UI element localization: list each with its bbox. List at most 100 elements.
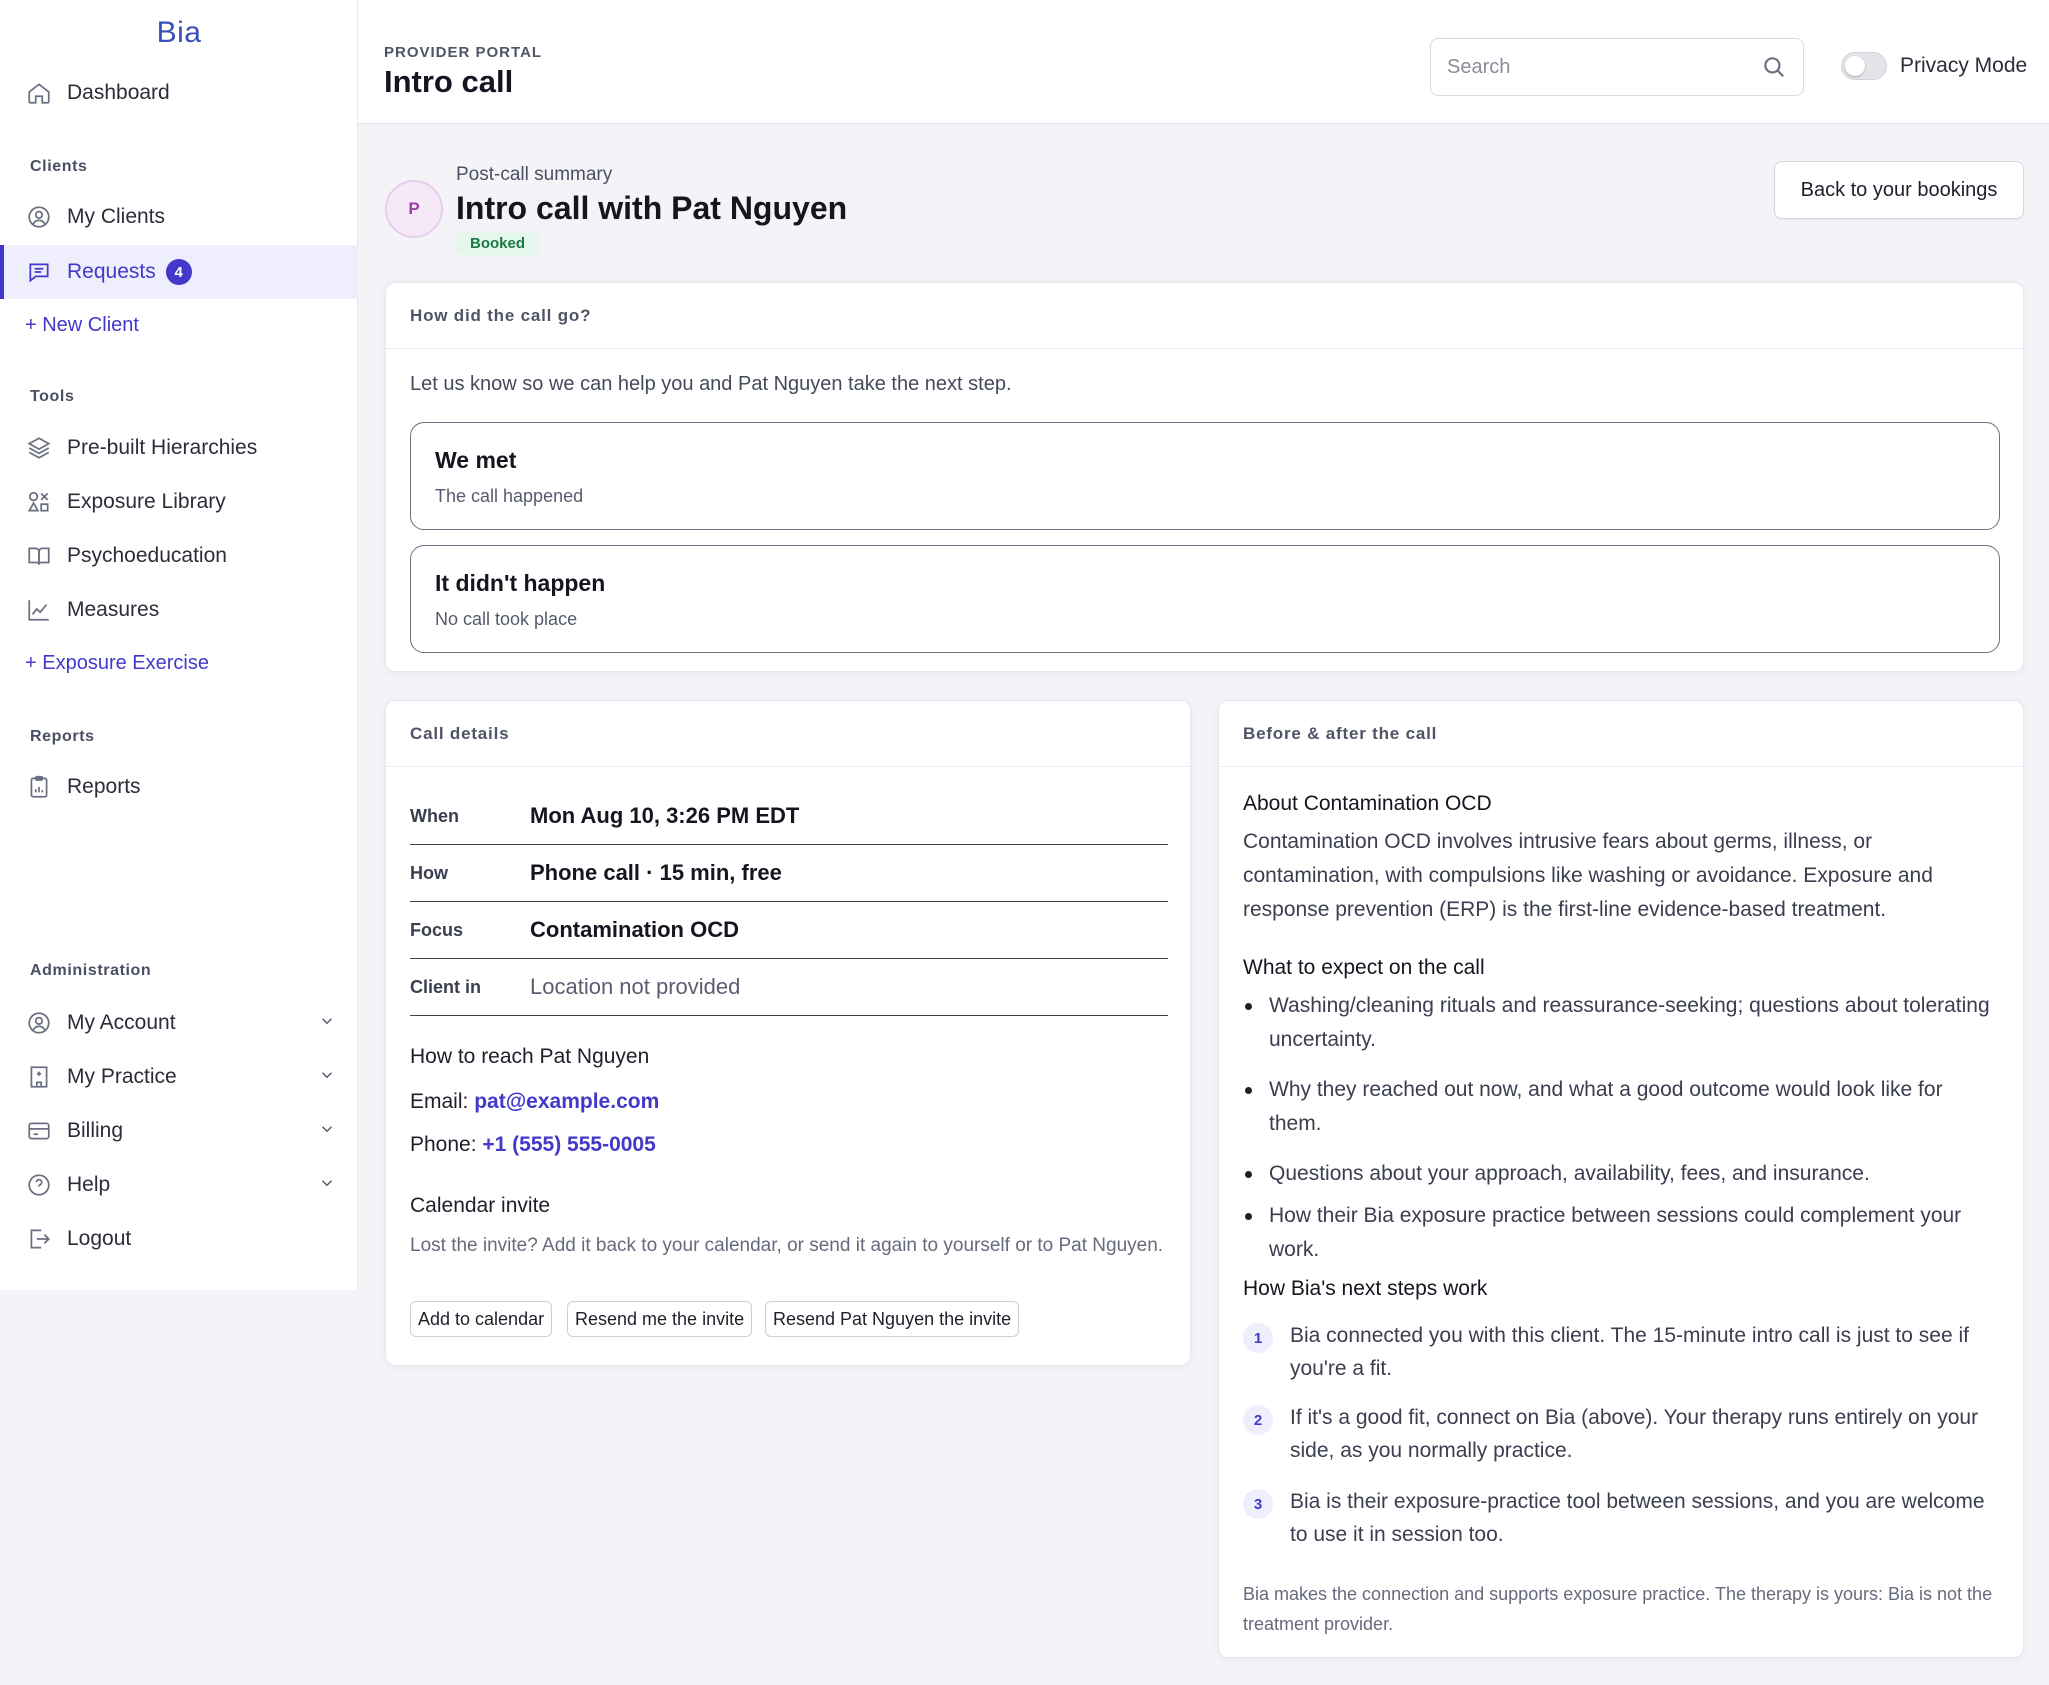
reach-heading: How to reach Pat Nguyen xyxy=(410,1045,650,1068)
book-open-icon xyxy=(25,542,53,570)
call-outcome-card: How did the call go? Let us know so we c… xyxy=(385,282,2024,672)
add-to-calendar-button[interactable]: Add to calendar xyxy=(410,1301,553,1337)
new-exposure-exercise-link[interactable]: + Exposure Exercise xyxy=(25,652,209,675)
back-to-bookings-button[interactable]: Back to your bookings xyxy=(1774,161,2024,219)
before-after-card: Before & after the call About Contaminat… xyxy=(1218,700,2024,1658)
user-circle-icon xyxy=(25,1009,53,1037)
detail-row-focus: Focus Contamination OCD xyxy=(410,902,1168,959)
option-we-met[interactable]: We met The call happened xyxy=(410,422,2000,530)
requests-count-badge: 4 xyxy=(165,259,192,285)
step-number: 2 xyxy=(1243,1405,1273,1435)
sidebar-item-help[interactable]: Help xyxy=(0,1158,358,1212)
search-box[interactable] xyxy=(1430,38,1804,96)
footnote: Bia makes the connection and supports ex… xyxy=(1243,1584,1993,1634)
sidebar-item-label: Exposure Library xyxy=(67,490,226,513)
resend-me-invite-button[interactable]: Resend me the invite xyxy=(567,1301,753,1337)
sidebar-item-label: My Practice xyxy=(67,1065,177,1088)
step-item: 1 Bia connected you with this client. Th… xyxy=(1243,1319,2003,1385)
sidebar-item-exposure-library[interactable]: Exposure Library xyxy=(0,475,358,529)
building-icon xyxy=(25,1063,53,1091)
option-subtitle: No call took place xyxy=(435,609,578,629)
privacy-mode-toggle[interactable] xyxy=(1841,52,1887,80)
option-didnt-happen[interactable]: It didn't happen No call took place xyxy=(410,545,2000,653)
sidebar-item-my-clients[interactable]: My Clients xyxy=(0,190,358,244)
chevron-down-icon[interactable] xyxy=(318,1174,336,1198)
sidebar-item-label: My Account xyxy=(67,1011,176,1034)
section-label-reports: Reports xyxy=(30,728,95,745)
home-icon xyxy=(25,79,53,107)
email-label: Email: xyxy=(410,1090,469,1113)
logout-icon xyxy=(25,1225,53,1253)
step-text: Bia is their exposure-practice tool betw… xyxy=(1290,1490,1985,1546)
sidebar: Bia Dashboard Clients My Clients Request… xyxy=(0,0,358,1290)
card-heading: Before & after the call xyxy=(1219,701,2023,767)
chevron-down-icon[interactable] xyxy=(318,1120,336,1144)
portal-label: PROVIDER PORTAL xyxy=(384,44,543,61)
expect-item: How their Bia exposure practice between … xyxy=(1245,1199,1999,1267)
sidebar-item-psychoeducation[interactable]: Psychoeducation xyxy=(0,529,358,583)
detail-value: Mon Aug 10, 3:26 PM EDT xyxy=(530,803,800,828)
phone-link[interactable]: +1 (555) 555-0005 xyxy=(482,1133,655,1156)
chevron-down-icon[interactable] xyxy=(318,1012,336,1036)
avatar: P xyxy=(385,180,443,238)
page-title: Intro call xyxy=(384,64,514,99)
user-circle-icon xyxy=(25,203,53,231)
sidebar-item-prebuilt-hierarchies[interactable]: Pre-built Hierarchies xyxy=(0,421,358,475)
sidebar-item-label: Requests xyxy=(67,260,156,283)
section-label-administration: Administration xyxy=(30,962,152,979)
email-line: Email: pat@example.com xyxy=(410,1090,659,1114)
sidebar-item-dashboard[interactable]: Dashboard xyxy=(0,66,358,120)
sidebar-item-reports[interactable]: Reports xyxy=(0,760,358,814)
sidebar-item-label: My Clients xyxy=(67,205,166,228)
sidebar-item-label: Dashboard xyxy=(67,81,170,104)
sidebar-item-label: Reports xyxy=(67,775,141,798)
sidebar-item-my-account[interactable]: My Account xyxy=(0,996,358,1050)
expect-heading: What to expect on the call xyxy=(1243,956,1485,979)
detail-key: Focus xyxy=(410,919,464,940)
sidebar-item-label: Billing xyxy=(67,1119,124,1142)
privacy-mode-label: Privacy Mode xyxy=(1900,54,2028,77)
sidebar-item-billing[interactable]: Billing xyxy=(0,1104,358,1158)
email-link[interactable]: pat@example.com xyxy=(474,1090,659,1113)
sidebar-item-label: Psychoeducation xyxy=(67,544,227,567)
option-title: It didn't happen xyxy=(435,570,606,596)
sidebar-item-requests[interactable]: Requests 4 xyxy=(0,245,358,299)
chevron-down-icon[interactable] xyxy=(318,1066,336,1090)
detail-row-when: When Mon Aug 10, 3:26 PM EDT xyxy=(410,788,1168,845)
shapes-icon xyxy=(25,488,53,516)
about-text: Contamination OCD involves intrusive fea… xyxy=(1243,830,1933,921)
resend-client-invite-button[interactable]: Resend Pat Nguyen the invite xyxy=(765,1301,1020,1337)
about-heading: About Contamination OCD xyxy=(1243,792,1492,815)
step-number: 3 xyxy=(1243,1489,1273,1519)
credit-card-icon xyxy=(25,1117,53,1145)
search-icon[interactable] xyxy=(1761,54,1787,80)
step-number: 1 xyxy=(1243,1323,1273,1353)
sidebar-item-my-practice[interactable]: My Practice xyxy=(0,1050,358,1104)
option-title: We met xyxy=(435,447,517,473)
detail-value: Phone call · 15 min, free xyxy=(530,860,782,885)
calendar-heading: Calendar invite xyxy=(410,1194,551,1217)
layers-icon xyxy=(25,434,53,462)
summary-title: Intro call with Pat Nguyen xyxy=(456,190,848,226)
call-outcome-intro: Let us know so we can help you and Pat N… xyxy=(410,373,1012,395)
brand-logo[interactable]: Bia xyxy=(0,16,358,50)
new-client-link[interactable]: + New Client xyxy=(25,314,139,337)
line-chart-icon xyxy=(25,596,53,624)
sidebar-item-label: Help xyxy=(67,1173,111,1196)
sidebar-item-label: Measures xyxy=(67,598,160,621)
detail-value: Location not provided xyxy=(530,974,741,999)
call-details-card: Call details When Mon Aug 10, 3:26 PM ED… xyxy=(385,700,1191,1366)
expect-item: Why they reached out now, and what a goo… xyxy=(1245,1073,1999,1141)
sidebar-item-measures[interactable]: Measures xyxy=(0,583,358,637)
step-item: 2 If it's a good fit, connect on Bia (ab… xyxy=(1243,1401,2003,1467)
sidebar-item-logout[interactable]: Logout xyxy=(0,1212,358,1266)
sidebar-item-label: Pre-built Hierarchies xyxy=(67,436,258,459)
expect-item: Questions about your approach, availabil… xyxy=(1245,1157,1999,1191)
step-item: 3 Bia is their exposure-practice tool be… xyxy=(1243,1485,2003,1551)
detail-key: Client in xyxy=(410,976,481,997)
search-input[interactable] xyxy=(1447,55,1761,79)
message-icon xyxy=(25,258,53,286)
expect-item: Washing/cleaning rituals and reassurance… xyxy=(1245,989,1999,1057)
card-heading: How did the call go? xyxy=(386,283,2023,349)
help-circle-icon xyxy=(25,1171,53,1199)
